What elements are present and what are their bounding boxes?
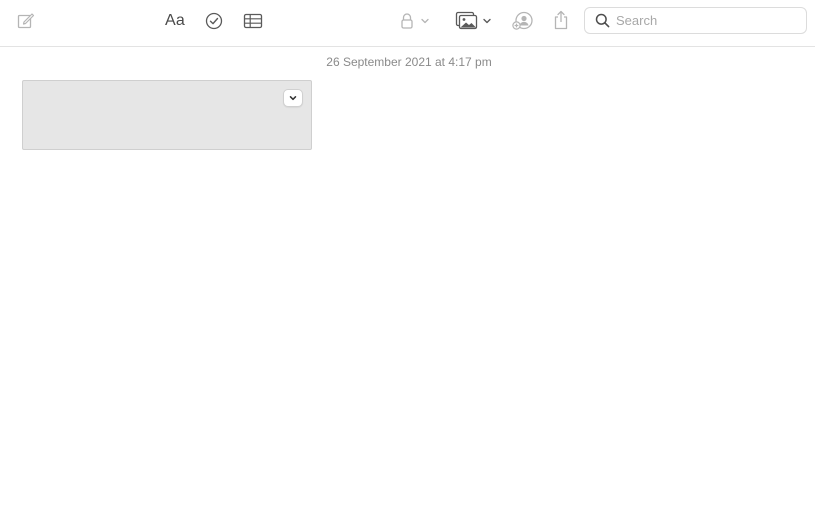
chevron-down-icon (483, 18, 491, 24)
checklist-icon (205, 12, 223, 30)
table-icon (243, 13, 263, 29)
search-field[interactable] (584, 7, 807, 34)
search-icon (594, 13, 610, 29)
media-button[interactable] (452, 10, 496, 32)
lock-icon (401, 13, 413, 29)
chevron-down-icon (421, 18, 429, 24)
compose-icon (17, 13, 35, 29)
toolbar: Aa (0, 0, 815, 47)
table-button[interactable] (242, 10, 264, 32)
share-icon (554, 10, 568, 30)
chevron-down-icon (289, 96, 297, 101)
photo-media-icon (455, 11, 478, 30)
checklist-button[interactable] (203, 10, 225, 32)
notes-window: Aa Search 26 September 2021 at 4:17 pm (0, 0, 815, 514)
note-attachment[interactable] (22, 80, 312, 150)
share-button[interactable] (550, 8, 572, 32)
search-input[interactable] (616, 13, 796, 28)
attachment-menu-button[interactable] (283, 89, 303, 107)
lock-button[interactable] (396, 10, 434, 32)
text-format-icon: Aa (165, 12, 185, 29)
new-note-button[interactable] (14, 10, 38, 32)
add-people-icon (512, 11, 533, 30)
collaborate-button[interactable] (511, 10, 535, 32)
note-date: 26 September 2021 at 4:17 pm (326, 55, 492, 69)
format-button[interactable]: Aa (162, 10, 188, 32)
